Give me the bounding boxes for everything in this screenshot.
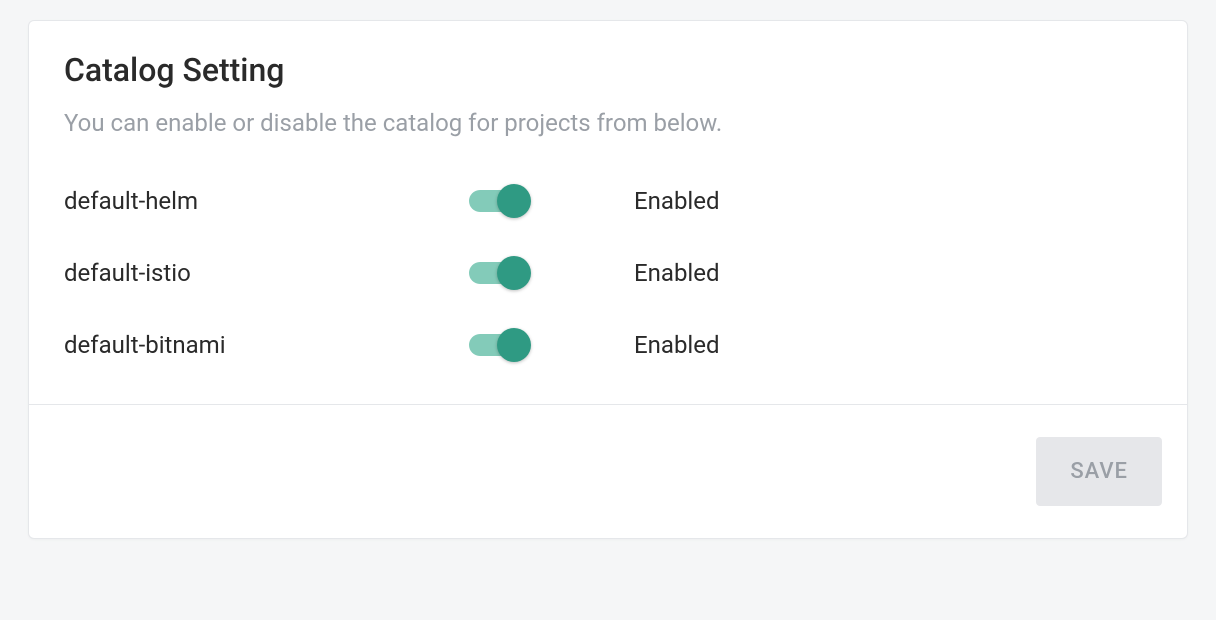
catalog-row: default-bitnami Enabled (64, 331, 1152, 359)
catalog-status: Enabled (634, 259, 720, 287)
catalog-name: default-helm (64, 187, 469, 215)
toggle-knob-icon (497, 184, 531, 218)
save-button[interactable]: SAVE (1036, 437, 1162, 506)
catalog-row: default-istio Enabled (64, 259, 1152, 287)
page-title: Catalog Setting (64, 51, 1152, 89)
card-body: Catalog Setting You can enable or disabl… (29, 21, 1187, 404)
toggle-knob-icon (497, 256, 531, 290)
catalog-name: default-bitnami (64, 331, 469, 359)
catalog-row: default-helm Enabled (64, 187, 1152, 215)
toggle-default-istio[interactable] (469, 262, 525, 284)
page-subtitle: You can enable or disable the catalog fo… (64, 109, 1152, 137)
toggle-default-helm[interactable] (469, 190, 525, 212)
catalog-status: Enabled (634, 331, 720, 359)
toggle-knob-icon (497, 328, 531, 362)
catalog-name: default-istio (64, 259, 469, 287)
card-footer: SAVE (29, 404, 1187, 538)
catalog-settings-card: Catalog Setting You can enable or disabl… (28, 20, 1188, 539)
catalog-status: Enabled (634, 187, 720, 215)
toggle-default-bitnami[interactable] (469, 334, 525, 356)
